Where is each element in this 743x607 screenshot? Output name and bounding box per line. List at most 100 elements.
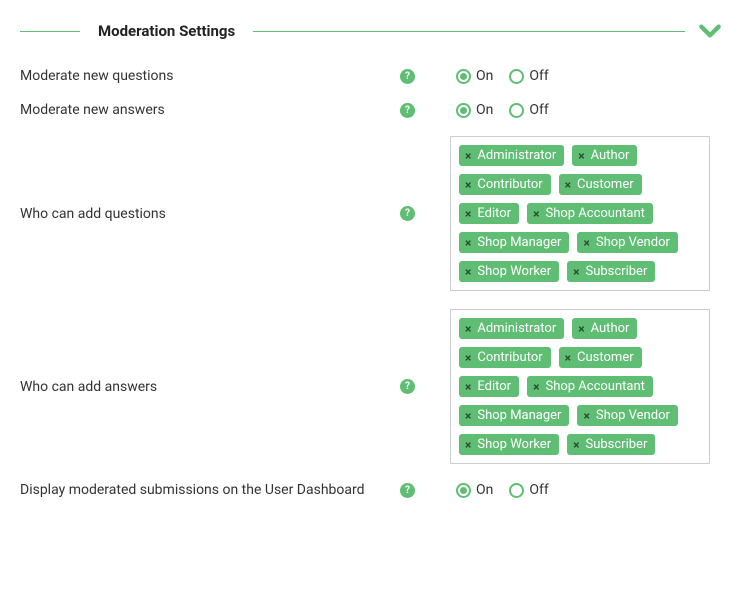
role-tag[interactable]: ×Subscriber bbox=[567, 434, 655, 455]
radio-circle-icon bbox=[456, 69, 471, 84]
control-col: On Off bbox=[450, 102, 723, 118]
role-tag[interactable]: × Shop Vendor bbox=[577, 405, 677, 426]
role-tag[interactable]: × Customer bbox=[559, 347, 642, 368]
multiselect-who-add-answers[interactable]: × Administrator × Author × Contributor × Custom… bbox=[450, 309, 710, 464]
remove-tag-icon[interactable]: × bbox=[581, 410, 591, 422]
role-tag-label: Editor bbox=[477, 380, 511, 393]
radio-label: Off bbox=[529, 482, 548, 498]
remove-tag-icon[interactable]: × bbox=[463, 266, 473, 278]
radio-group-moderate-questions: On Off bbox=[450, 68, 723, 84]
control-col: ×Administrator×Author×Contributor×Custom… bbox=[450, 136, 723, 291]
role-tag[interactable]: × Contributor bbox=[459, 174, 551, 195]
section-header: Moderation Settings bbox=[20, 18, 723, 44]
role-tag-label: Editor bbox=[477, 207, 511, 220]
role-tag-label: Subscriber bbox=[585, 265, 647, 278]
help-icon[interactable]: ? bbox=[400, 206, 415, 221]
role-tag-label: Shop Accountant bbox=[545, 207, 644, 220]
field-who-add-answers: Who can add answers ? × Administrator × Aut… bbox=[20, 309, 723, 464]
section-title: Moderation Settings bbox=[98, 22, 235, 40]
remove-tag-icon[interactable]: × bbox=[463, 237, 473, 249]
radio-circle-icon bbox=[456, 103, 471, 118]
help-icon[interactable]: ? bbox=[400, 483, 415, 498]
remove-tag-icon[interactable]: × bbox=[463, 410, 473, 422]
radio-off[interactable]: Off bbox=[509, 482, 548, 498]
help-icon[interactable]: ? bbox=[400, 103, 415, 118]
role-tag-label: Shop Worker bbox=[477, 265, 551, 278]
role-tag-label: Contributor bbox=[477, 178, 542, 191]
role-tag[interactable]: × Shop Worker bbox=[459, 261, 559, 282]
divider-left bbox=[20, 31, 80, 32]
remove-tag-icon[interactable]: × bbox=[463, 381, 473, 393]
field-label: Who can add answers bbox=[20, 379, 400, 395]
role-tag-label: Author bbox=[591, 322, 630, 335]
multiselect-who-add-questions[interactable]: ×Administrator×Author×Contributor×Custom… bbox=[450, 136, 710, 291]
field-moderate-answers: Moderate new answers ? On Off bbox=[20, 102, 723, 118]
field-who-add-questions: Who can add questions ? ×Administrator×A… bbox=[20, 136, 723, 291]
remove-tag-icon[interactable]: × bbox=[576, 150, 586, 162]
remove-tag-icon[interactable]: × bbox=[463, 439, 473, 451]
help-icon[interactable]: ? bbox=[400, 69, 415, 84]
radio-label: On bbox=[476, 482, 493, 498]
role-tag[interactable]: × Shop Accountant bbox=[527, 203, 653, 224]
remove-tag-icon[interactable]: × bbox=[581, 237, 591, 249]
role-tag[interactable]: × Shop Worker bbox=[459, 434, 559, 455]
help-col: ? bbox=[400, 206, 450, 221]
role-tag[interactable]: × Editor bbox=[459, 203, 519, 224]
remove-tag-icon[interactable]: × bbox=[463, 323, 473, 335]
remove-tag-icon[interactable]: × bbox=[463, 179, 473, 191]
radio-label: Off bbox=[529, 68, 548, 84]
role-tag[interactable]: × Shop Manager bbox=[459, 232, 569, 253]
role-tag[interactable]: × Editor bbox=[459, 376, 519, 397]
field-label: Moderate new answers bbox=[20, 102, 400, 118]
remove-tag-icon[interactable]: × bbox=[531, 381, 541, 393]
help-col: ? bbox=[400, 379, 450, 394]
role-tag-label: Shop Vendor bbox=[596, 409, 670, 422]
radio-label: Off bbox=[529, 102, 548, 118]
radio-on[interactable]: On bbox=[456, 68, 493, 84]
help-col: ? bbox=[400, 103, 450, 118]
remove-tag-icon[interactable]: × bbox=[531, 208, 541, 220]
help-icon[interactable]: ? bbox=[400, 379, 415, 394]
role-tag-label: Contributor bbox=[477, 351, 542, 364]
radio-on[interactable]: On bbox=[456, 482, 493, 498]
radio-label: On bbox=[476, 68, 493, 84]
role-tag[interactable]: × Author bbox=[572, 318, 637, 339]
radio-label: On bbox=[476, 102, 493, 118]
help-col: ? bbox=[400, 483, 450, 498]
remove-tag-icon[interactable]: × bbox=[463, 150, 473, 162]
field-display-dashboard: Display moderated submissions on the Use… bbox=[20, 482, 723, 498]
control-col: On Off bbox=[450, 482, 723, 498]
role-tag-label: Shop Manager bbox=[477, 236, 561, 249]
collapse-toggle[interactable] bbox=[697, 18, 723, 44]
field-label: Moderate new questions bbox=[20, 68, 400, 84]
role-tag-label: Customer bbox=[577, 351, 634, 364]
role-tag-label: Shop Worker bbox=[477, 438, 551, 451]
role-tag[interactable]: × Subscriber bbox=[567, 261, 655, 282]
radio-on[interactable]: On bbox=[456, 102, 493, 118]
remove-tag-icon[interactable]: × bbox=[463, 352, 473, 364]
role-tag-label: Administrator bbox=[477, 149, 556, 162]
divider-right bbox=[253, 31, 685, 32]
role-tag[interactable]: × Administrator bbox=[459, 145, 564, 166]
remove-tag-icon[interactable]: × bbox=[571, 266, 581, 278]
help-col: ? bbox=[400, 69, 450, 84]
remove-tag-icon[interactable]: × bbox=[571, 439, 581, 451]
chevron-down-icon bbox=[697, 18, 723, 44]
role-tag[interactable]: ×Shop Vendor bbox=[577, 232, 677, 253]
remove-tag-icon[interactable]: × bbox=[563, 179, 573, 191]
role-tag[interactable]: ×Shop Accountant bbox=[527, 376, 653, 397]
role-tag[interactable]: × Administrator bbox=[459, 318, 564, 339]
radio-group-moderate-answers: On Off bbox=[450, 102, 723, 118]
remove-tag-icon[interactable]: × bbox=[576, 323, 586, 335]
radio-off[interactable]: Off bbox=[509, 68, 548, 84]
role-tag-label: Shop Manager bbox=[477, 409, 561, 422]
role-tag[interactable]: × Shop Manager bbox=[459, 405, 569, 426]
remove-tag-icon[interactable]: × bbox=[563, 352, 573, 364]
remove-tag-icon[interactable]: × bbox=[463, 208, 473, 220]
radio-circle-icon bbox=[509, 483, 524, 498]
role-tag-label: Administrator bbox=[477, 322, 556, 335]
radio-off[interactable]: Off bbox=[509, 102, 548, 118]
role-tag[interactable]: ×Customer bbox=[559, 174, 642, 195]
role-tag[interactable]: × Contributor bbox=[459, 347, 551, 368]
role-tag[interactable]: ×Author bbox=[572, 145, 637, 166]
